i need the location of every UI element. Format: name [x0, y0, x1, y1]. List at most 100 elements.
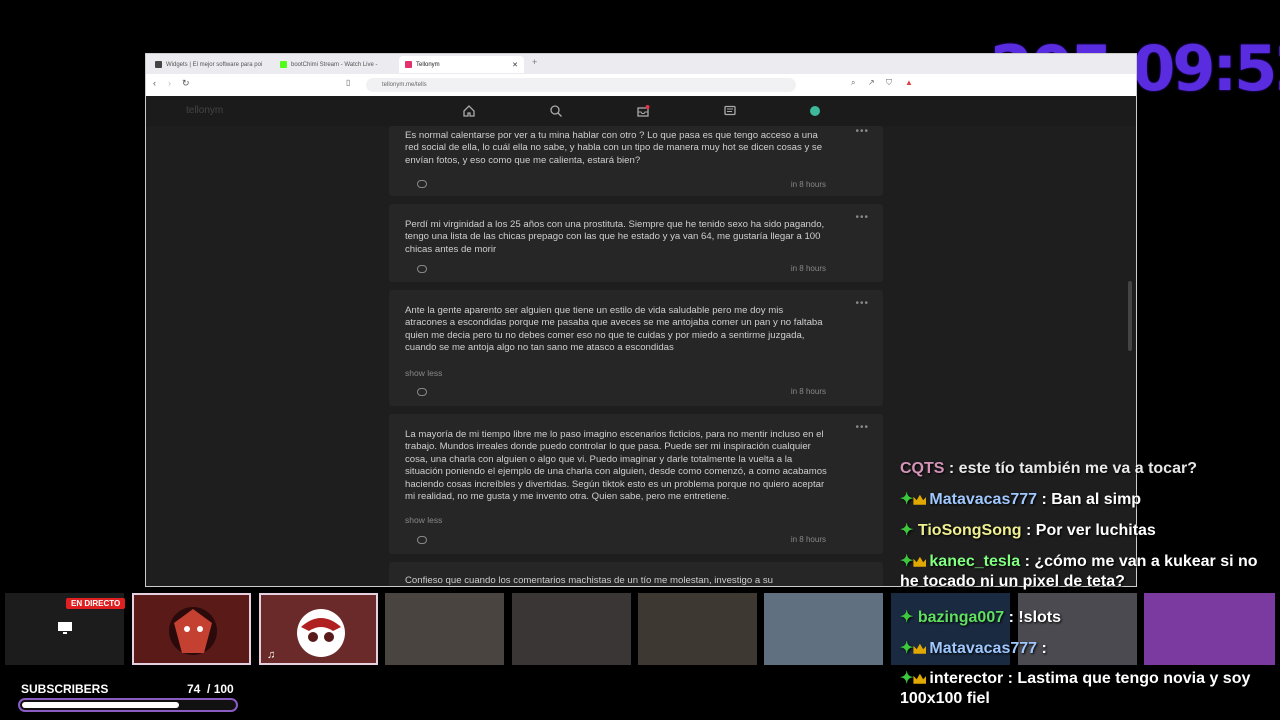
crown-badge-icon: [913, 556, 927, 567]
chat-username: kanec_tesla: [929, 553, 1021, 570]
crown-badge-icon: [913, 494, 927, 505]
url-field[interactable]: tellonym.me/tells: [366, 78, 796, 92]
tell-card: Confieso que cuando los comentarios mach…: [389, 562, 883, 586]
chat-username: interector: [929, 670, 1004, 687]
chat-message: ✦ Matavacas777 : Ban al simp: [900, 491, 1142, 508]
tab-favicon: [280, 61, 287, 68]
chat-text: Por ver luchitas: [1035, 522, 1156, 539]
forward-icon[interactable]: ›: [168, 78, 171, 88]
tell-text: La mayoría de mi tiempo libre me lo paso…: [405, 429, 827, 503]
show-less-link[interactable]: show less: [405, 368, 442, 378]
tell-time: in 8 hours: [790, 264, 826, 273]
more-options-icon[interactable]: •••: [855, 298, 869, 309]
more-options-icon[interactable]: •••: [855, 212, 869, 223]
back-icon[interactable]: ‹: [153, 78, 156, 88]
tab-bar: Widgets | El mejor software para poi boo…: [146, 54, 1136, 74]
sub-badge-icon: ✦: [900, 491, 914, 508]
tab-title: Widgets | El mejor software para poi: [166, 61, 263, 68]
shield-icon[interactable]: ⛉: [886, 79, 894, 87]
sub-badge-icon: ✦: [900, 609, 914, 626]
sub-badge-icon: ✦: [900, 670, 914, 687]
tell-card: Ante la gente aparento ser alguien que t…: [389, 290, 883, 406]
tell-text: Confieso que cuando los comentarios mach…: [405, 575, 773, 586]
chat-text: este tío también me va a tocar?: [958, 460, 1197, 477]
tab-tellonym[interactable]: Tellonym ✕: [399, 56, 524, 73]
sub-badge-icon: ✦: [900, 522, 914, 539]
subscribers-count: 74 / 100: [187, 682, 234, 696]
tell-text: Es normal calentarse por ver a tu mina h…: [405, 130, 823, 166]
close-tab-icon[interactable]: ✕: [512, 61, 518, 69]
profile-avatar-icon[interactable]: [808, 104, 822, 118]
chat-message: ✦ bazinga007 : !slots: [900, 609, 1062, 626]
more-options-icon[interactable]: •••: [855, 126, 869, 137]
chat-message: ✦ TioSongSong : Por ver luchitas: [900, 522, 1156, 539]
sub-badge-icon: ✦: [900, 553, 914, 570]
tell-text: Perdí mi virginidad a los 25 años con un…: [405, 219, 825, 255]
subscribers-progress-fill: [22, 702, 179, 708]
home-icon[interactable]: [462, 104, 476, 118]
tell-card: La mayoría de mi tiempo libre me lo paso…: [389, 414, 883, 554]
tab-kick[interactable]: bootChimi Stream - Watch Live -: [274, 56, 392, 73]
tell-card: Es normal calentarse por ver a tu mina h…: [389, 126, 883, 196]
guest-camera-3[interactable]: [638, 593, 757, 665]
bookmark-icon[interactable]: ▯: [346, 79, 354, 87]
reply-icon[interactable]: [417, 265, 427, 273]
sub-badge-icon: ✦: [900, 640, 914, 657]
anime-avatar-icon: [169, 607, 217, 655]
chat-username: TioSongSong: [917, 522, 1022, 539]
tell-time: in 8 hours: [790, 180, 826, 189]
reply-icon[interactable]: [417, 388, 427, 396]
tab-favicon: [155, 61, 162, 68]
ghost-logo-icon: [297, 609, 345, 657]
tab-widgets[interactable]: Widgets | El mejor software para poi: [149, 56, 267, 73]
chat-message: ✦ interector : Lastima que tengo novia y …: [900, 670, 1251, 707]
tell-card: Perdí mi virginidad a los 25 años con un…: [389, 204, 883, 282]
tellonym-nav: tellonym: [146, 96, 1136, 126]
tellonym-logo: tellonym: [186, 105, 224, 116]
search-icon[interactable]: [549, 104, 563, 118]
chat-username: Matavacas777: [929, 491, 1038, 508]
more-options-icon[interactable]: •••: [855, 422, 869, 433]
crown-badge-icon: [913, 673, 927, 684]
subscribers-goal: / 100: [207, 682, 234, 696]
audio-icon: ♫: [267, 649, 276, 661]
reload-icon[interactable]: ↻: [182, 78, 190, 89]
guest-avatar-thumbnail[interactable]: [132, 593, 251, 665]
address-bar-row: ‹ › ↻ ▯ tellonym.me/tells ⌕ ↗ ⛉ ▲: [146, 74, 1136, 97]
tab-favicon: [405, 61, 412, 68]
chat-message: CQTS : este tío también me va a tocar?: [900, 460, 1197, 477]
tell-time: in 8 hours: [790, 535, 826, 544]
subscribers-label: SUBSCRIBERS: [21, 682, 109, 696]
share-icon[interactable]: ↗: [868, 79, 876, 87]
guest-camera-4[interactable]: [764, 593, 883, 665]
chat-username: CQTS: [900, 460, 945, 477]
chat-message: ✦ Matavacas777 :: [900, 640, 1047, 657]
page-scrollbar[interactable]: [1128, 281, 1132, 351]
monitor-icon: [58, 622, 72, 634]
zoom-icon[interactable]: ⌕: [851, 79, 859, 87]
extension-icon[interactable]: ▲: [905, 79, 913, 87]
chat-message: ✦ kanec_tesla : ¿cómo me van a kukear si …: [900, 553, 1258, 590]
crown-badge-icon: [913, 643, 927, 654]
reply-icon[interactable]: [417, 180, 427, 188]
chat-username: bazinga007: [917, 609, 1005, 626]
show-less-link[interactable]: show less: [405, 515, 442, 525]
tell-text: Ante la gente aparento ser alguien que t…: [405, 305, 823, 354]
url-text: tellonym.me/tells: [382, 82, 427, 88]
reply-icon[interactable]: [417, 536, 427, 544]
live-badge: EN DIRECTO: [66, 598, 126, 609]
guest-camera-2[interactable]: [512, 593, 631, 665]
tab-title: bootChimi Stream - Watch Live -: [291, 61, 378, 68]
messages-icon[interactable]: [723, 104, 737, 118]
subscribers-current: 74: [187, 682, 201, 696]
subscribers-progress-bar: [18, 698, 238, 712]
guest-camera-1[interactable]: [385, 593, 504, 665]
tell-time: in 8 hours: [790, 387, 826, 396]
tells-feed: Es normal calentarse por ver a tu mina h…: [146, 126, 1136, 586]
inbox-icon[interactable]: [636, 104, 650, 118]
new-tab-icon[interactable]: +: [532, 57, 537, 67]
tab-title: Tellonym: [416, 61, 440, 68]
guest-logo-thumbnail[interactable]: ♫: [259, 593, 378, 665]
chat-text: Ban al simp: [1051, 491, 1142, 508]
chat-text: !slots: [1018, 609, 1062, 626]
